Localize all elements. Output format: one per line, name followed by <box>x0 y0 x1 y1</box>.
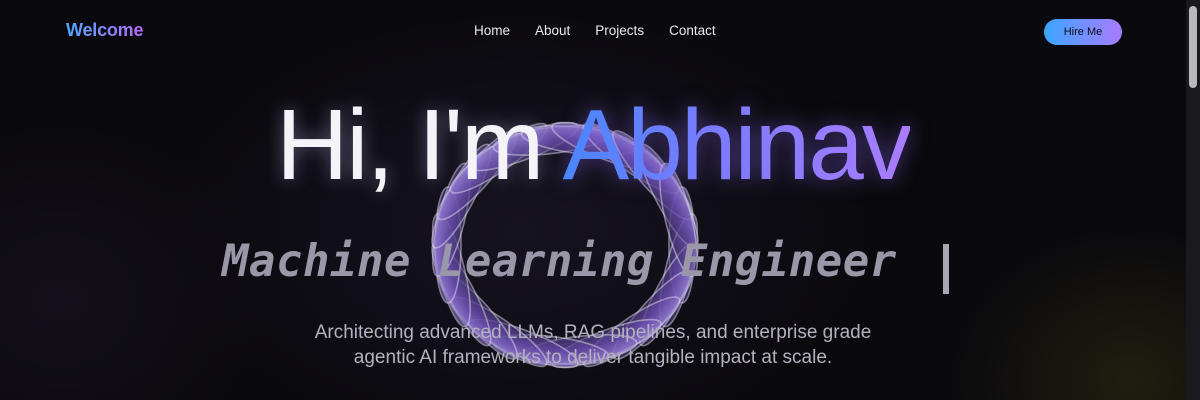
nav-links: Home About Projects Contact <box>474 23 716 38</box>
hero-title: Hi, I'm Abhinav <box>0 95 1186 195</box>
nav-link-contact[interactable]: Contact <box>669 23 716 38</box>
hero-description-line-2: agentic AI frameworks to deliver tangibl… <box>353 347 833 368</box>
brand-logo[interactable]: Welcome <box>66 20 144 41</box>
hero-description: Architecting advanced LLMs, RAG pipeline… <box>0 320 1186 370</box>
page-scrollbar[interactable] <box>1186 0 1200 400</box>
role-typewriter-text: Machine Learning Engineer <box>222 236 897 287</box>
scrollbar-thumb[interactable] <box>1189 6 1197 88</box>
nav-link-home[interactable]: Home <box>474 23 510 38</box>
top-navigation: Welcome Home About Projects Contact Hire… <box>0 0 1186 64</box>
nav-link-projects[interactable]: Projects <box>595 23 644 38</box>
hero-description-line-1: Architecting advanced LLMs, RAG pipeline… <box>314 322 872 343</box>
nav-link-about[interactable]: About <box>535 23 570 38</box>
typing-caret <box>943 244 949 294</box>
hero-name: Abhinav <box>562 89 912 201</box>
hero-greeting: Hi, I'm <box>276 89 563 201</box>
page: Welcome Home About Projects Contact Hire… <box>0 0 1200 400</box>
hire-me-button[interactable]: Hire Me <box>1044 19 1122 45</box>
